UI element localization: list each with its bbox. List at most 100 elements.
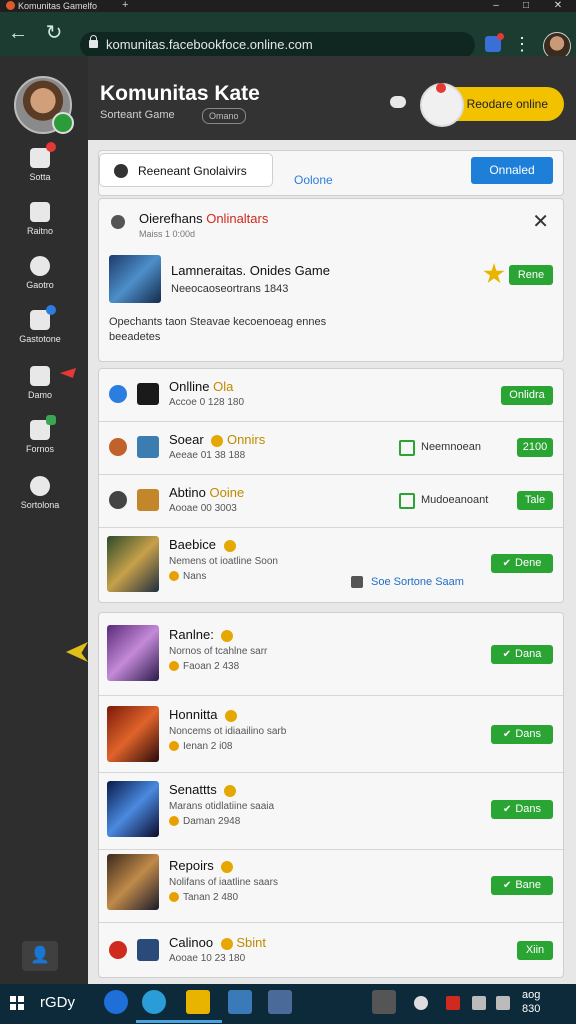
- notification-action-button[interactable]: Rene: [509, 265, 553, 285]
- list-item[interactable]: Abtino Ooine Aooae 00 3003 Mudoeanoant T…: [99, 475, 563, 528]
- list-item[interactable]: Calinoo Sbint Aooae 10 23 180 Xiin: [99, 923, 563, 977]
- game-action-label[interactable]: Dana: [515, 648, 541, 660]
- tab-online[interactable]: Oolone: [294, 173, 333, 187]
- sidebar-item-damo[interactable]: Damo: [0, 366, 80, 400]
- gamepad-icon[interactable]: [390, 96, 406, 108]
- list-item[interactable]: Ranlne: Nornos of tcahlne sarr Faoan 2 4…: [99, 613, 563, 696]
- online-button[interactable]: Onnaled: [471, 157, 553, 184]
- tab-title: Komunitas Gamelfo: [18, 1, 98, 11]
- list-item[interactable]: Baebice Nemens ot ioatline Soon Nans Soe…: [99, 528, 563, 603]
- gold-badge-icon: [211, 434, 224, 447]
- check-icon: ✔: [502, 729, 512, 740]
- new-tab-button[interactable]: +: [122, 0, 128, 11]
- taskbar: rGDy aog 830: [0, 984, 576, 1024]
- game-action-button[interactable]: Xiin: [517, 941, 553, 960]
- game-launcher-icon[interactable]: [268, 990, 292, 1014]
- edge-icon[interactable]: [104, 990, 128, 1014]
- sidebar-item-sotta[interactable]: Sotta: [0, 142, 80, 182]
- sidebar-item-gaotro[interactable]: Gaotro: [0, 256, 80, 290]
- game-action-button[interactable]: 2100: [517, 438, 553, 457]
- game-name-text: Ranlne:: [169, 627, 214, 642]
- game-action-label[interactable]: Dene: [515, 557, 541, 569]
- game-action-label[interactable]: Dans: [515, 728, 541, 740]
- maximize-button[interactable]: □: [512, 0, 540, 12]
- active-app-indicator: [136, 1020, 222, 1023]
- game-name: Senattts: [169, 782, 237, 797]
- flag-icon[interactable]: [472, 996, 486, 1010]
- task-view-icon[interactable]: [372, 990, 396, 1014]
- game-badge: Ola: [213, 379, 234, 394]
- network-icon[interactable]: [414, 996, 428, 1010]
- notification-dot-icon: [497, 33, 504, 40]
- game-meta-text: Nans: [183, 571, 207, 582]
- status-avatar[interactable]: [420, 83, 464, 127]
- windows-start-icon[interactable]: [10, 996, 24, 1010]
- game-icon: [137, 489, 159, 511]
- file-explorer-icon[interactable]: [186, 990, 210, 1014]
- list-item[interactable]: Repoirs Nolifans of iaatline saars Tanan…: [99, 850, 563, 923]
- game-meta: Nornos of tcahlne sarr: [169, 646, 268, 657]
- close-icon[interactable]: ✕: [532, 209, 549, 234]
- game-thumbnail: [107, 706, 159, 762]
- game-name-text: Onlline: [169, 379, 210, 394]
- game-action-button[interactable]: Onlidra: [501, 386, 553, 405]
- check-icon: ✔: [502, 558, 512, 569]
- browser-app-icon[interactable]: [142, 990, 166, 1014]
- list-item[interactable]: Senattts Marans otidlatiine saaia Daman …: [99, 773, 563, 850]
- list-item[interactable]: Onlline Ola Accoe 0 128 180 Onlidra: [99, 369, 563, 422]
- back-arrow-icon[interactable]: ←: [6, 22, 30, 46]
- sidebar-item-gastotone[interactable]: Gastotone: [0, 305, 80, 344]
- gold-badge-icon: [220, 937, 233, 950]
- game-icon: [137, 383, 159, 405]
- game-badge: Ooine: [209, 485, 245, 500]
- clock-date: 830: [522, 1003, 541, 1015]
- game-action-button[interactable]: Tale: [517, 491, 553, 510]
- game-name: Soear Onnirs: [169, 432, 265, 447]
- game-meta: Nemens ot ioatline Soon: [169, 556, 278, 567]
- game-action-label[interactable]: Bane: [515, 879, 541, 891]
- game-link[interactable]: Soe Sortone Saam: [371, 576, 464, 588]
- game-thumbnail: [107, 854, 159, 910]
- game-meta-secondary: Ienan 2 i08: [169, 741, 233, 752]
- game-badge: Sbint: [236, 935, 266, 950]
- sidebar: Sotta Raitno Gaotro Gastotone Damo Forno…: [0, 56, 88, 984]
- reload-icon[interactable]: ↻: [42, 22, 66, 46]
- taskbar-clock[interactable]: aog 830: [522, 988, 540, 1016]
- alert-icon[interactable]: [446, 996, 460, 1010]
- user-avatar[interactable]: [14, 76, 74, 134]
- user-icon[interactable]: 👤: [22, 941, 58, 971]
- game-name: Baebice: [169, 537, 236, 552]
- filter-button[interactable]: Reeneant Gnolaivirs: [99, 153, 273, 187]
- address-bar[interactable]: komunitas.facebookfoce.online.com: [80, 32, 475, 58]
- game-meta: Aooae 00 3003: [169, 503, 237, 514]
- extension-icon[interactable]: [485, 33, 504, 52]
- sidebar-item-sortolona[interactable]: Sortolona: [0, 476, 80, 510]
- sidebar-item-label: Raitno: [26, 226, 53, 236]
- game-thumbnail[interactable]: [109, 255, 161, 303]
- game-name: Ranlne:: [169, 627, 234, 642]
- notification-description: Opechants taon Steavae kecoenoeag ennes …: [109, 316, 327, 343]
- filter-icon: [114, 164, 128, 178]
- header-chip[interactable]: Omano: [202, 108, 246, 124]
- volume-icon[interactable]: [496, 996, 510, 1010]
- flag-icon: [60, 368, 76, 378]
- game-meta-secondary: Tanan 2 480: [169, 892, 238, 903]
- coin-icon: [169, 571, 179, 582]
- game-app-icon[interactable]: [228, 990, 252, 1014]
- game-status-icon: [109, 941, 127, 959]
- list-item[interactable]: Honnitta Noncems ot idiaailino sarb Iena…: [99, 696, 563, 773]
- house-icon: [399, 493, 415, 509]
- game-badge: Onnirs: [226, 432, 266, 447]
- close-window-button[interactable]: ✕: [544, 0, 572, 12]
- taskbar-search[interactable]: rGDy: [40, 994, 75, 1011]
- game-action-label[interactable]: Dans: [515, 803, 541, 815]
- sidebar-item-raitno[interactable]: Raitno: [0, 202, 80, 236]
- browser-tab[interactable]: Komunitas Gamelfo: [6, 0, 108, 12]
- list-item[interactable]: Soear Onnirs Aeeae 01 38 188 Neemnoean 2…: [99, 422, 563, 475]
- sidebar-item-fornos[interactable]: Fornos: [0, 415, 80, 454]
- minimize-button[interactable]: –: [482, 0, 510, 12]
- sidebar-item-label: Gaotro: [26, 280, 54, 290]
- game-meta: Marans otidlatiine saaia: [169, 801, 275, 812]
- gold-badge-icon: [221, 860, 234, 873]
- more-menu-icon[interactable]: ⋮: [512, 32, 532, 56]
